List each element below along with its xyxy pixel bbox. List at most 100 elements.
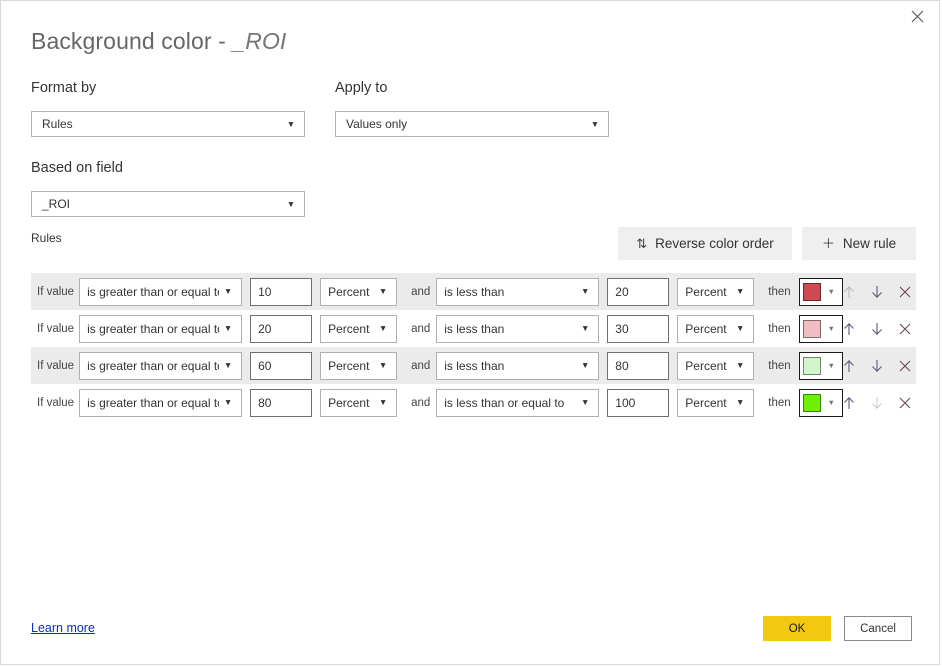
max-unit-value: Percent [685, 284, 727, 299]
move-down-icon[interactable] [870, 283, 884, 301]
color-picker[interactable]: ▼ [798, 388, 843, 417]
max-unit-select[interactable]: Percent ▼ [677, 277, 755, 306]
background-color-dialog: Background color - _ROI Format by Rules … [0, 0, 940, 665]
move-up-icon[interactable] [842, 320, 856, 338]
max-condition-select[interactable]: is less than or equal to ▼ [436, 388, 600, 417]
color-swatch [802, 393, 821, 412]
chevron-down-icon: ▼ [736, 397, 745, 408]
delete-rule-icon[interactable] [898, 357, 912, 375]
new-rule-label: New rule [842, 236, 897, 251]
max-unit-select[interactable]: Percent ▼ [677, 388, 755, 417]
plus-icon: ＋ [821, 236, 835, 251]
chevron-down-icon: ▼ [590, 118, 600, 129]
chevron-down-icon: ▼ [736, 286, 745, 297]
chevron-down-icon: ▼ [827, 360, 835, 370]
color-swatch [802, 356, 821, 375]
min-condition-select[interactable]: is greater than or equal to ▼ [79, 277, 243, 306]
min-condition-select[interactable]: is greater than or equal to ▼ [79, 388, 243, 417]
chevron-down-icon: ▼ [827, 323, 835, 333]
chevron-down-icon: ▼ [223, 360, 233, 371]
max-unit-select[interactable]: Percent ▼ [677, 351, 755, 380]
and-label: and [411, 359, 431, 372]
row-actions [842, 320, 912, 338]
page-title-prefix: Background color - [31, 28, 233, 54]
color-picker[interactable]: ▼ [798, 351, 843, 380]
max-value-input[interactable] [607, 277, 670, 306]
move-up-icon[interactable] [842, 357, 856, 375]
color-picker[interactable]: ▼ [798, 277, 843, 306]
move-down-icon[interactable] [870, 357, 884, 375]
delete-rule-icon[interactable] [898, 283, 912, 301]
close-icon[interactable] [895, 1, 939, 31]
apply-to-select[interactable]: Values only ▼ [335, 111, 609, 137]
move-up-icon[interactable] [842, 394, 856, 412]
min-condition-value: is greater than or equal to [87, 284, 220, 299]
min-unit-select[interactable]: Percent ▼ [320, 388, 398, 417]
max-unit-value: Percent [685, 321, 727, 336]
table-row: If value is greater than or equal to ▼ P… [31, 347, 916, 384]
format-by-select[interactable]: Rules ▼ [31, 111, 305, 137]
chevron-down-icon: ▼ [736, 323, 745, 334]
min-unit-select[interactable]: Percent ▼ [320, 314, 398, 343]
delete-rule-icon[interactable] [898, 320, 912, 338]
min-condition-select[interactable]: is greater than or equal to ▼ [79, 351, 243, 380]
if-value-label: If value [37, 322, 75, 335]
move-down-icon[interactable] [870, 320, 884, 338]
min-unit-value: Percent [328, 284, 370, 299]
reverse-color-order-button[interactable]: ⇅ Reverse color order [618, 227, 792, 260]
and-label: and [411, 285, 431, 298]
min-condition-value: is greater than or equal to [87, 395, 220, 410]
and-label: and [411, 322, 431, 335]
new-rule-button[interactable]: ＋ New rule [802, 227, 916, 260]
then-label: then [768, 285, 791, 298]
min-unit-value: Percent [328, 395, 370, 410]
apply-to-label: Apply to [335, 80, 388, 96]
row-actions [842, 394, 912, 412]
max-unit-select[interactable]: Percent ▼ [677, 314, 755, 343]
min-value-input[interactable] [250, 314, 313, 343]
min-value-input[interactable] [250, 277, 313, 306]
chevron-down-icon: ▼ [581, 323, 590, 334]
max-condition-select[interactable]: is less than ▼ [436, 314, 600, 343]
min-unit-value: Percent [328, 358, 370, 373]
max-condition-value: is less than [444, 358, 505, 373]
then-label: then [768, 396, 791, 409]
color-picker[interactable]: ▼ [798, 314, 843, 343]
chevron-down-icon: ▼ [223, 286, 233, 297]
max-value-input[interactable] [607, 351, 670, 380]
min-value-input[interactable] [250, 351, 313, 380]
if-value-label: If value [37, 359, 75, 372]
delete-rule-icon[interactable] [898, 394, 912, 412]
reverse-color-order-label: Reverse color order [655, 236, 774, 251]
ok-button[interactable]: OK [763, 616, 831, 641]
based-on-field-value: _ROI [42, 197, 71, 211]
max-value-input[interactable] [607, 388, 670, 417]
based-on-field-label: Based on field [31, 160, 123, 176]
color-swatch [802, 319, 821, 338]
max-condition-value: is less than [444, 284, 505, 299]
min-condition-select[interactable]: is greater than or equal to ▼ [79, 314, 243, 343]
chevron-down-icon: ▼ [827, 397, 835, 407]
max-condition-select[interactable]: is less than ▼ [436, 277, 600, 306]
chevron-down-icon: ▼ [581, 360, 590, 371]
chevron-down-icon: ▼ [286, 118, 296, 129]
min-unit-select[interactable]: Percent ▼ [320, 277, 398, 306]
based-on-field-select[interactable]: _ROI ▼ [31, 191, 305, 217]
learn-more-link[interactable]: Learn more [31, 621, 95, 635]
cancel-button[interactable]: Cancel [844, 616, 912, 641]
chevron-down-icon: ▼ [827, 286, 835, 296]
max-unit-value: Percent [685, 358, 727, 373]
min-value-input[interactable] [250, 388, 313, 417]
chevron-down-icon: ▼ [581, 397, 590, 408]
max-condition-value: is less than or equal to [444, 395, 565, 410]
if-value-label: If value [37, 396, 75, 409]
format-by-value: Rules [42, 117, 73, 131]
rules-section-label: Rules [31, 231, 62, 245]
max-condition-select[interactable]: is less than ▼ [436, 351, 600, 380]
max-value-input[interactable] [607, 314, 670, 343]
move-up-icon [842, 283, 856, 301]
min-unit-select[interactable]: Percent ▼ [320, 351, 398, 380]
sort-arrows-icon: ⇅ [636, 236, 648, 251]
min-condition-value: is greater than or equal to [87, 321, 220, 336]
min-condition-value: is greater than or equal to [87, 358, 220, 373]
